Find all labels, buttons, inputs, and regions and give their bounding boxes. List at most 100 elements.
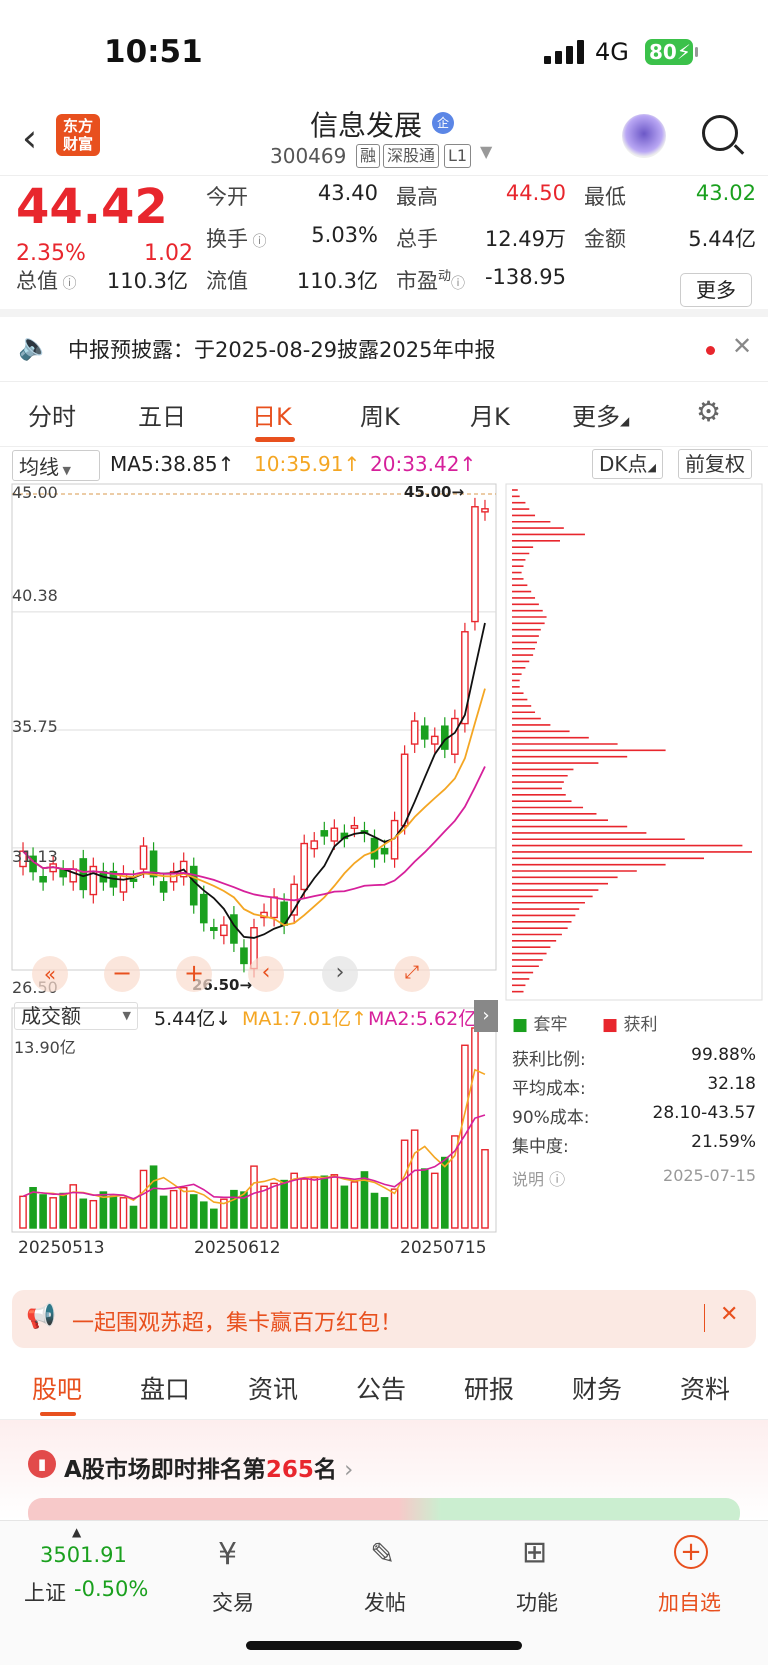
trade-label[interactable]: 交易	[212, 1587, 254, 1617]
float-label: 流值	[206, 269, 248, 293]
network-label: 4G	[595, 38, 629, 66]
add-watchlist-label[interactable]: 加自选	[658, 1587, 721, 1617]
candle-body	[139, 845, 148, 870]
notice-bar[interactable]: 🔈 中报预披露：于2025-08-29披露2025年中报 ✕	[0, 318, 768, 382]
kline-chart[interactable]: 45.00 40.38 35.75 31.13 26.50 45.00→ 26.…	[0, 480, 500, 1258]
tab-five-day[interactable]: 五日	[138, 397, 186, 432]
tag-level: L1	[444, 144, 472, 168]
candle-body	[300, 842, 309, 891]
last-price: 44.42	[16, 179, 168, 235]
nav-bar: ‹ 东方 财富 信息发展 企 300469 融 深股通 L1 ▼	[0, 100, 768, 176]
ytick-3: 35.75	[12, 717, 58, 736]
promo-text: 一起围观苏超，集卡赢百万红包！	[72, 1311, 403, 1336]
tag-margin: 融	[356, 144, 381, 168]
dk-button[interactable]: DK点◢	[592, 449, 663, 479]
home-indicator	[246, 1641, 522, 1650]
search-icon[interactable]	[702, 115, 738, 151]
ytick-top: 45.00	[12, 483, 58, 502]
tab-handicap[interactable]: 盘口	[140, 1370, 190, 1406]
volume-bar	[410, 1129, 419, 1229]
tab-indicator	[40, 1412, 76, 1416]
amount-label: 金额	[584, 227, 626, 251]
tab-research[interactable]: 研报	[464, 1370, 514, 1406]
pan-left-icon[interactable]: ‹	[248, 956, 284, 992]
ma5-label: MA5:38.85↑	[110, 452, 235, 476]
volume-bar	[310, 1176, 319, 1229]
tab-announce[interactable]: 公告	[356, 1370, 406, 1406]
pe-value: -138.95	[484, 265, 566, 289]
volume-bar	[330, 1174, 339, 1229]
tab-news[interactable]: 资讯	[248, 1370, 298, 1406]
candle-body	[320, 830, 329, 837]
volume-bar	[89, 1199, 98, 1229]
candle-body	[270, 896, 278, 919]
stat-value-2: 32.18	[707, 1074, 756, 1094]
post-icon[interactable]: ✎	[370, 1537, 395, 1572]
volume-max-label: 13.90亿	[14, 1038, 76, 1057]
volume-bar	[139, 1169, 148, 1229]
tab-forum[interactable]: 股吧	[32, 1370, 82, 1406]
candle-body	[430, 735, 439, 745]
chevron-down-icon[interactable]: ▼	[480, 142, 492, 161]
divider	[704, 1304, 705, 1332]
volume-bar	[19, 1195, 27, 1229]
volume-bar	[260, 1185, 268, 1229]
more-button[interactable]: 更多	[680, 273, 752, 307]
expand-arrow-icon[interactable]: ›	[474, 1000, 498, 1032]
volume-bar	[169, 1189, 178, 1229]
close-icon[interactable]: ✕	[732, 332, 752, 360]
tab-more[interactable]: 更多◢	[572, 397, 629, 432]
back-icon[interactable]: ‹	[22, 116, 37, 160]
volume-bar	[370, 1192, 379, 1229]
adjust-button[interactable]: 前复权	[678, 449, 752, 479]
ma10-label: 10:35.91↑	[254, 452, 361, 476]
stat-value-4: 21.59%	[691, 1132, 756, 1152]
volume-bar	[280, 1179, 288, 1229]
index-value[interactable]: 3501.91	[40, 1543, 127, 1567]
chip-stats: ■ 套牢 ■ 获利 获利比例: 99.88% 平均成本: 32.18 90%成本…	[500, 1015, 768, 1240]
candle-body	[451, 717, 459, 755]
volume-bar	[119, 1197, 128, 1229]
pan-left-fast-icon[interactable]: «	[32, 956, 68, 992]
volume-bar	[481, 1149, 489, 1229]
candle-body	[39, 876, 47, 883]
pan-right-icon[interactable]: ›	[322, 956, 358, 992]
volume-bar	[471, 1027, 479, 1229]
promo-close-icon[interactable]: ✕	[720, 1302, 738, 1327]
chip-date: 2025-07-15	[663, 1166, 756, 1185]
candle-body	[370, 837, 379, 860]
market-rank-card[interactable]: ▮ A股市场即时排名第265名 ›	[0, 1420, 768, 1528]
tab-profile[interactable]: 资料	[680, 1370, 730, 1406]
zoom-out-icon[interactable]: −	[104, 956, 140, 992]
functions-label[interactable]: 功能	[516, 1587, 558, 1617]
zoom-in-icon[interactable]: +	[176, 956, 212, 992]
tab-finance[interactable]: 财务	[572, 1370, 622, 1406]
stock-name: 信息发展	[310, 109, 423, 142]
low-value: 43.02	[695, 181, 756, 205]
explain-link[interactable]: 说明 ⓘ	[512, 1166, 565, 1190]
stock-code: 300469	[270, 144, 347, 168]
candle-body	[350, 824, 359, 829]
tab-weekly-k[interactable]: 周K	[360, 397, 400, 432]
volume-bar	[300, 1178, 309, 1229]
post-label[interactable]: 发帖	[364, 1587, 406, 1617]
volume-bar	[230, 1189, 238, 1229]
promo-banner[interactable]: 📢 一起围观苏超，集卡赢百万红包！ ✕	[12, 1290, 756, 1348]
indicator-select[interactable]: 均线 ▼	[12, 450, 100, 481]
volume-indicator-select[interactable]: 成交额 ▼	[14, 1002, 138, 1030]
functions-grid-icon[interactable]: ⊞	[522, 1535, 547, 1570]
unread-dot	[706, 346, 715, 355]
tab-monthly-k[interactable]: 月K	[470, 397, 510, 432]
tab-underline	[255, 437, 295, 442]
legend-lock: ■ 套牢	[512, 1015, 568, 1035]
tab-daily-k[interactable]: 日K	[252, 397, 292, 432]
candle-body	[199, 893, 208, 924]
tab-intraday[interactable]: 分时	[28, 397, 76, 432]
pe-dynamic-sup: 动	[438, 269, 452, 284]
settings-gear-icon[interactable]: ⚙	[696, 395, 721, 428]
fullscreen-icon[interactable]: ⤢	[394, 956, 430, 992]
add-watchlist-icon[interactable]: +	[674, 1535, 708, 1569]
volume-bar	[189, 1194, 198, 1229]
assistant-robot-icon[interactable]	[622, 114, 666, 158]
trade-icon[interactable]: ¥	[218, 1537, 237, 1572]
